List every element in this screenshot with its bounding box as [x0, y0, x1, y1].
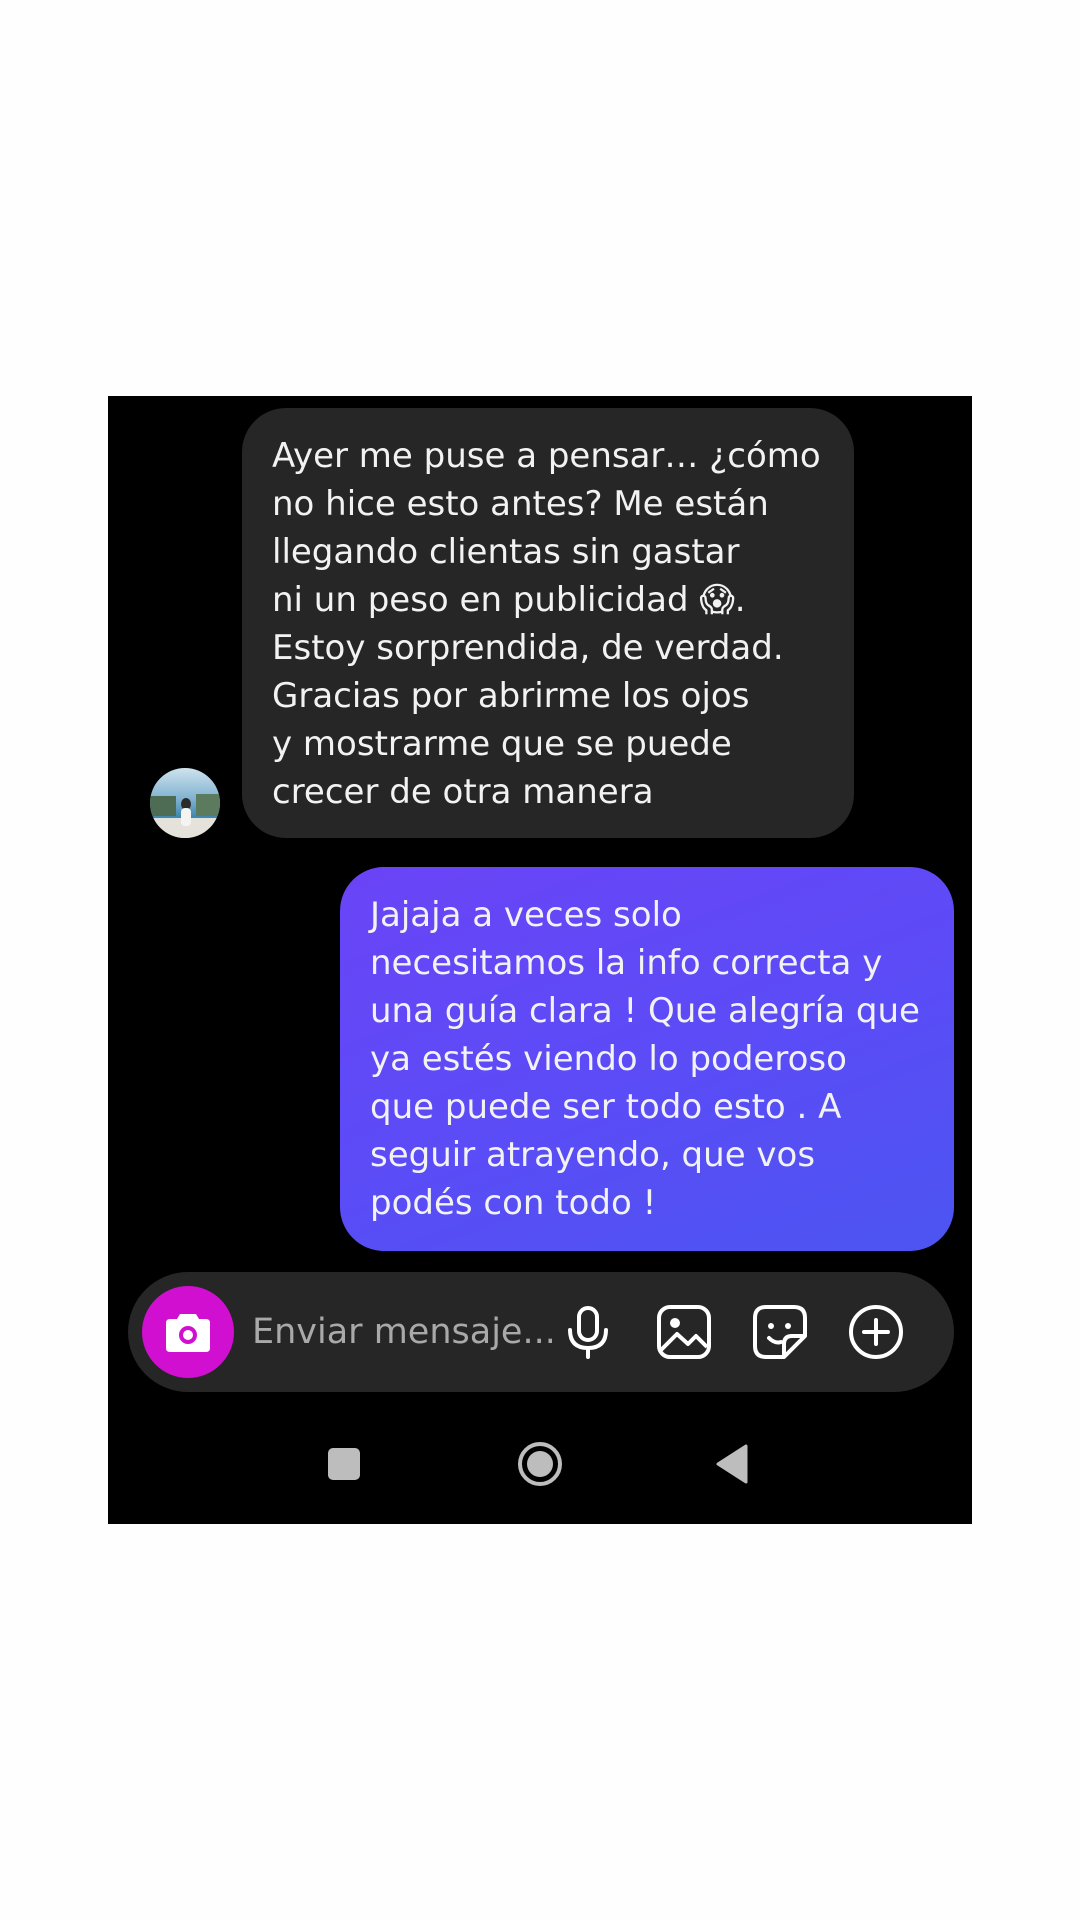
incoming-message[interactable]: Ayer me puse a pensar… ¿cómo no hice est…	[242, 408, 854, 838]
contact-avatar[interactable]	[150, 768, 220, 838]
gallery-icon[interactable]	[654, 1302, 714, 1362]
back-icon[interactable]	[712, 1442, 752, 1486]
sticker-icon[interactable]	[750, 1302, 810, 1362]
chat-screen: Ayer me puse a pensar… ¿cómo no hice est…	[108, 396, 972, 1524]
camera-icon	[166, 1314, 210, 1352]
message-composer: Enviar mensaje...	[128, 1272, 954, 1392]
home-icon[interactable]	[516, 1440, 564, 1488]
message-input[interactable]: Enviar mensaje...	[252, 1302, 552, 1362]
microphone-icon[interactable]	[558, 1302, 618, 1362]
system-navigation-bar	[108, 1416, 972, 1524]
camera-button[interactable]	[142, 1286, 234, 1378]
recent-apps-icon[interactable]	[324, 1444, 364, 1484]
outgoing-message[interactable]: Jajaja a veces solo necesitamos la info …	[340, 867, 954, 1251]
plus-circle-icon[interactable]	[846, 1302, 906, 1362]
